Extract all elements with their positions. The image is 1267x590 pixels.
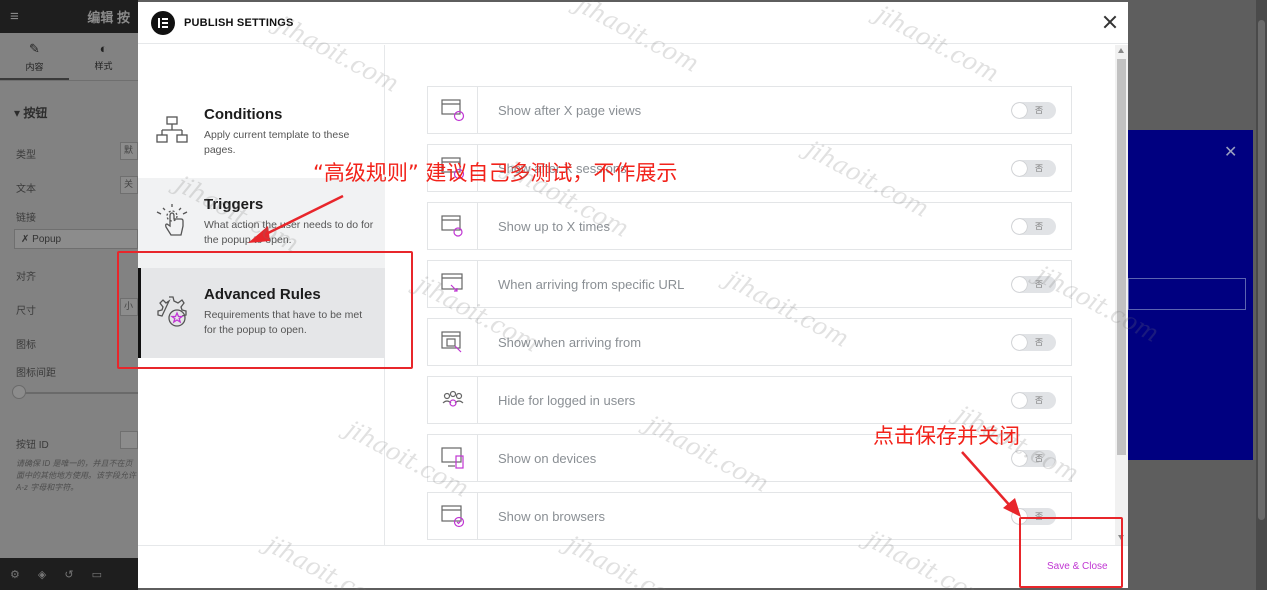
arrow-to-triggers [261, 194, 344, 238]
arrowhead-triggers [248, 226, 270, 243]
annotation-arrows [248, 194, 1021, 517]
arrow-to-save [961, 451, 1013, 509]
